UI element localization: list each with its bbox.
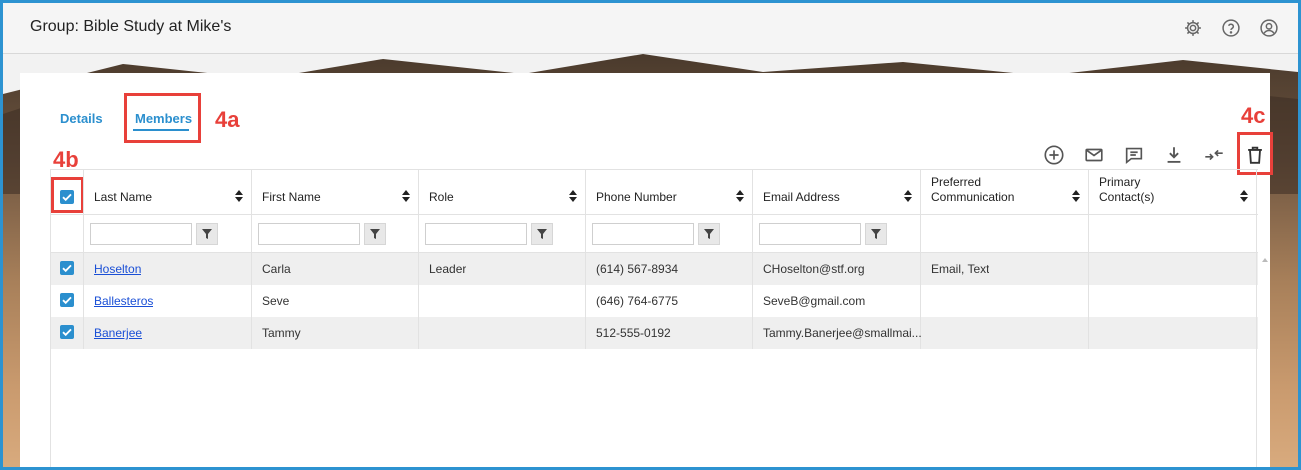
filter-input-role[interactable] [425,223,527,245]
table-filter-row [51,215,1258,253]
cell-pref [921,317,1089,349]
cell-first-name: Carla [252,253,419,285]
cell-text: CHoselton@stf.org [763,262,865,276]
filter-button[interactable] [698,223,720,245]
table-row[interactable]: Ballesteros Seve (646) 764-6775 SeveB@gm… [51,285,1258,317]
member-link[interactable]: Banerjee [94,326,142,340]
page-title: Group: Bible Study at Mike's [30,18,232,35]
message-icon[interactable] [1123,144,1145,166]
header-select-all-cell [51,170,84,214]
filter-cell-first-name [252,215,419,252]
column-header-email-address[interactable]: Email Address [753,170,921,214]
cell-text: (646) 764-6775 [596,294,679,308]
row-select-cell [51,253,84,285]
filter-cell-primary-contacts [1089,215,1257,252]
callout-label-4a: 4a [215,107,240,132]
gear-icon[interactable] [1183,18,1203,38]
filter-button[interactable] [196,223,218,245]
cell-last-name: Hoselton [84,253,252,285]
column-header-primary-contacts[interactable]: Primary Contact(s) [1089,170,1257,214]
filter-cell-last-name [84,215,252,252]
filter-cell-preferred-communication [921,215,1089,252]
filter-input-phone-number[interactable] [592,223,694,245]
cell-phone: (614) 567-8934 [586,253,753,285]
cell-text: SeveB@gmail.com [763,294,866,308]
cell-role [419,285,586,317]
sort-icon[interactable] [1072,190,1080,202]
cell-email: Tammy.Banerjee@smallmai... [753,317,921,349]
cell-phone: (646) 764-6775 [586,285,753,317]
cell-text: 512-555-0192 [596,326,671,340]
cell-text: Tammy [262,326,301,340]
column-header-role[interactable]: Role [419,170,586,214]
filter-cell-role [419,215,586,252]
sort-icon[interactable] [402,190,410,202]
column-header-last-name[interactable]: Last Name [84,170,252,214]
column-header-first-name[interactable]: First Name [252,170,419,214]
callout-box-4a [124,93,201,143]
filter-input-first-name[interactable] [258,223,360,245]
sort-icon[interactable] [736,190,744,202]
cell-text: Email, Text [931,262,990,276]
filter-cell-email-address [753,215,921,252]
select-all-checkbox[interactable] [60,190,74,204]
cell-primary [1089,253,1257,285]
sort-icon[interactable] [1240,190,1248,202]
member-link[interactable]: Ballesteros [94,294,153,308]
member-link[interactable]: Hoselton [94,262,141,276]
user-icon[interactable] [1259,18,1279,38]
filter-button[interactable] [865,223,887,245]
cell-primary [1089,285,1257,317]
cell-text: (614) 567-8934 [596,262,679,276]
cell-email: SeveB@gmail.com [753,285,921,317]
email-icon[interactable] [1083,144,1105,166]
sort-icon[interactable] [569,190,577,202]
cell-text: Seve [262,294,290,308]
filter-cell-phone-number [586,215,753,252]
table-row[interactable]: Hoselton Carla Leader (614) 567-8934 CHo… [51,253,1258,285]
cell-last-name: Banerjee [84,317,252,349]
column-header-phone-number[interactable]: Phone Number [586,170,753,214]
members-panel: Details Members 4a 4b 4c Last Name First… [20,73,1273,467]
filter-button[interactable] [364,223,386,245]
sort-icon[interactable] [904,190,912,202]
row-checkbox[interactable] [60,325,74,339]
delete-icon[interactable] [1244,144,1266,166]
cell-text: Tammy.Banerjee@smallmai... [763,326,921,340]
cell-role [419,317,586,349]
members-table: Last Name First Name Role Phone Number E… [50,169,1268,467]
row-checkbox[interactable] [60,293,74,307]
row-checkbox[interactable] [60,261,74,275]
callout-label-4c: 4c [1241,103,1266,128]
filter-input-email-address[interactable] [759,223,861,245]
cell-last-name: Ballesteros [84,285,252,317]
app-frame: Group: Bible Study at Mike's Details Mem… [0,0,1301,470]
column-header-preferred-communication[interactable]: Preferred Communication [921,170,1089,214]
row-select-cell [51,317,84,349]
sort-icon[interactable] [235,190,243,202]
help-icon[interactable] [1221,18,1241,38]
filter-input-last-name[interactable] [90,223,192,245]
cell-primary [1089,317,1257,349]
cell-first-name: Tammy [252,317,419,349]
download-icon[interactable] [1163,144,1185,166]
merge-icon[interactable] [1203,144,1225,166]
cell-first-name: Seve [252,285,419,317]
table-row[interactable]: Banerjee Tammy 512-555-0192 Tammy.Banerj… [51,317,1258,349]
row-select-cell [51,285,84,317]
cell-text: Carla [262,262,291,276]
cell-role: Leader [419,253,586,285]
cell-text: Leader [429,262,467,276]
cell-email: CHoselton@stf.org [753,253,921,285]
table-header-row: Last Name First Name Role Phone Number E… [51,169,1258,215]
page-header: Group: Bible Study at Mike's [3,3,1298,54]
scroll-up-icon[interactable] [1261,257,1269,263]
filter-button[interactable] [531,223,553,245]
tab-details[interactable]: Details [60,111,103,126]
cell-pref: Email, Text [921,253,1089,285]
filter-spacer-cell [51,215,84,252]
cell-phone: 512-555-0192 [586,317,753,349]
cell-pref [921,285,1089,317]
add-icon[interactable] [1043,144,1065,166]
